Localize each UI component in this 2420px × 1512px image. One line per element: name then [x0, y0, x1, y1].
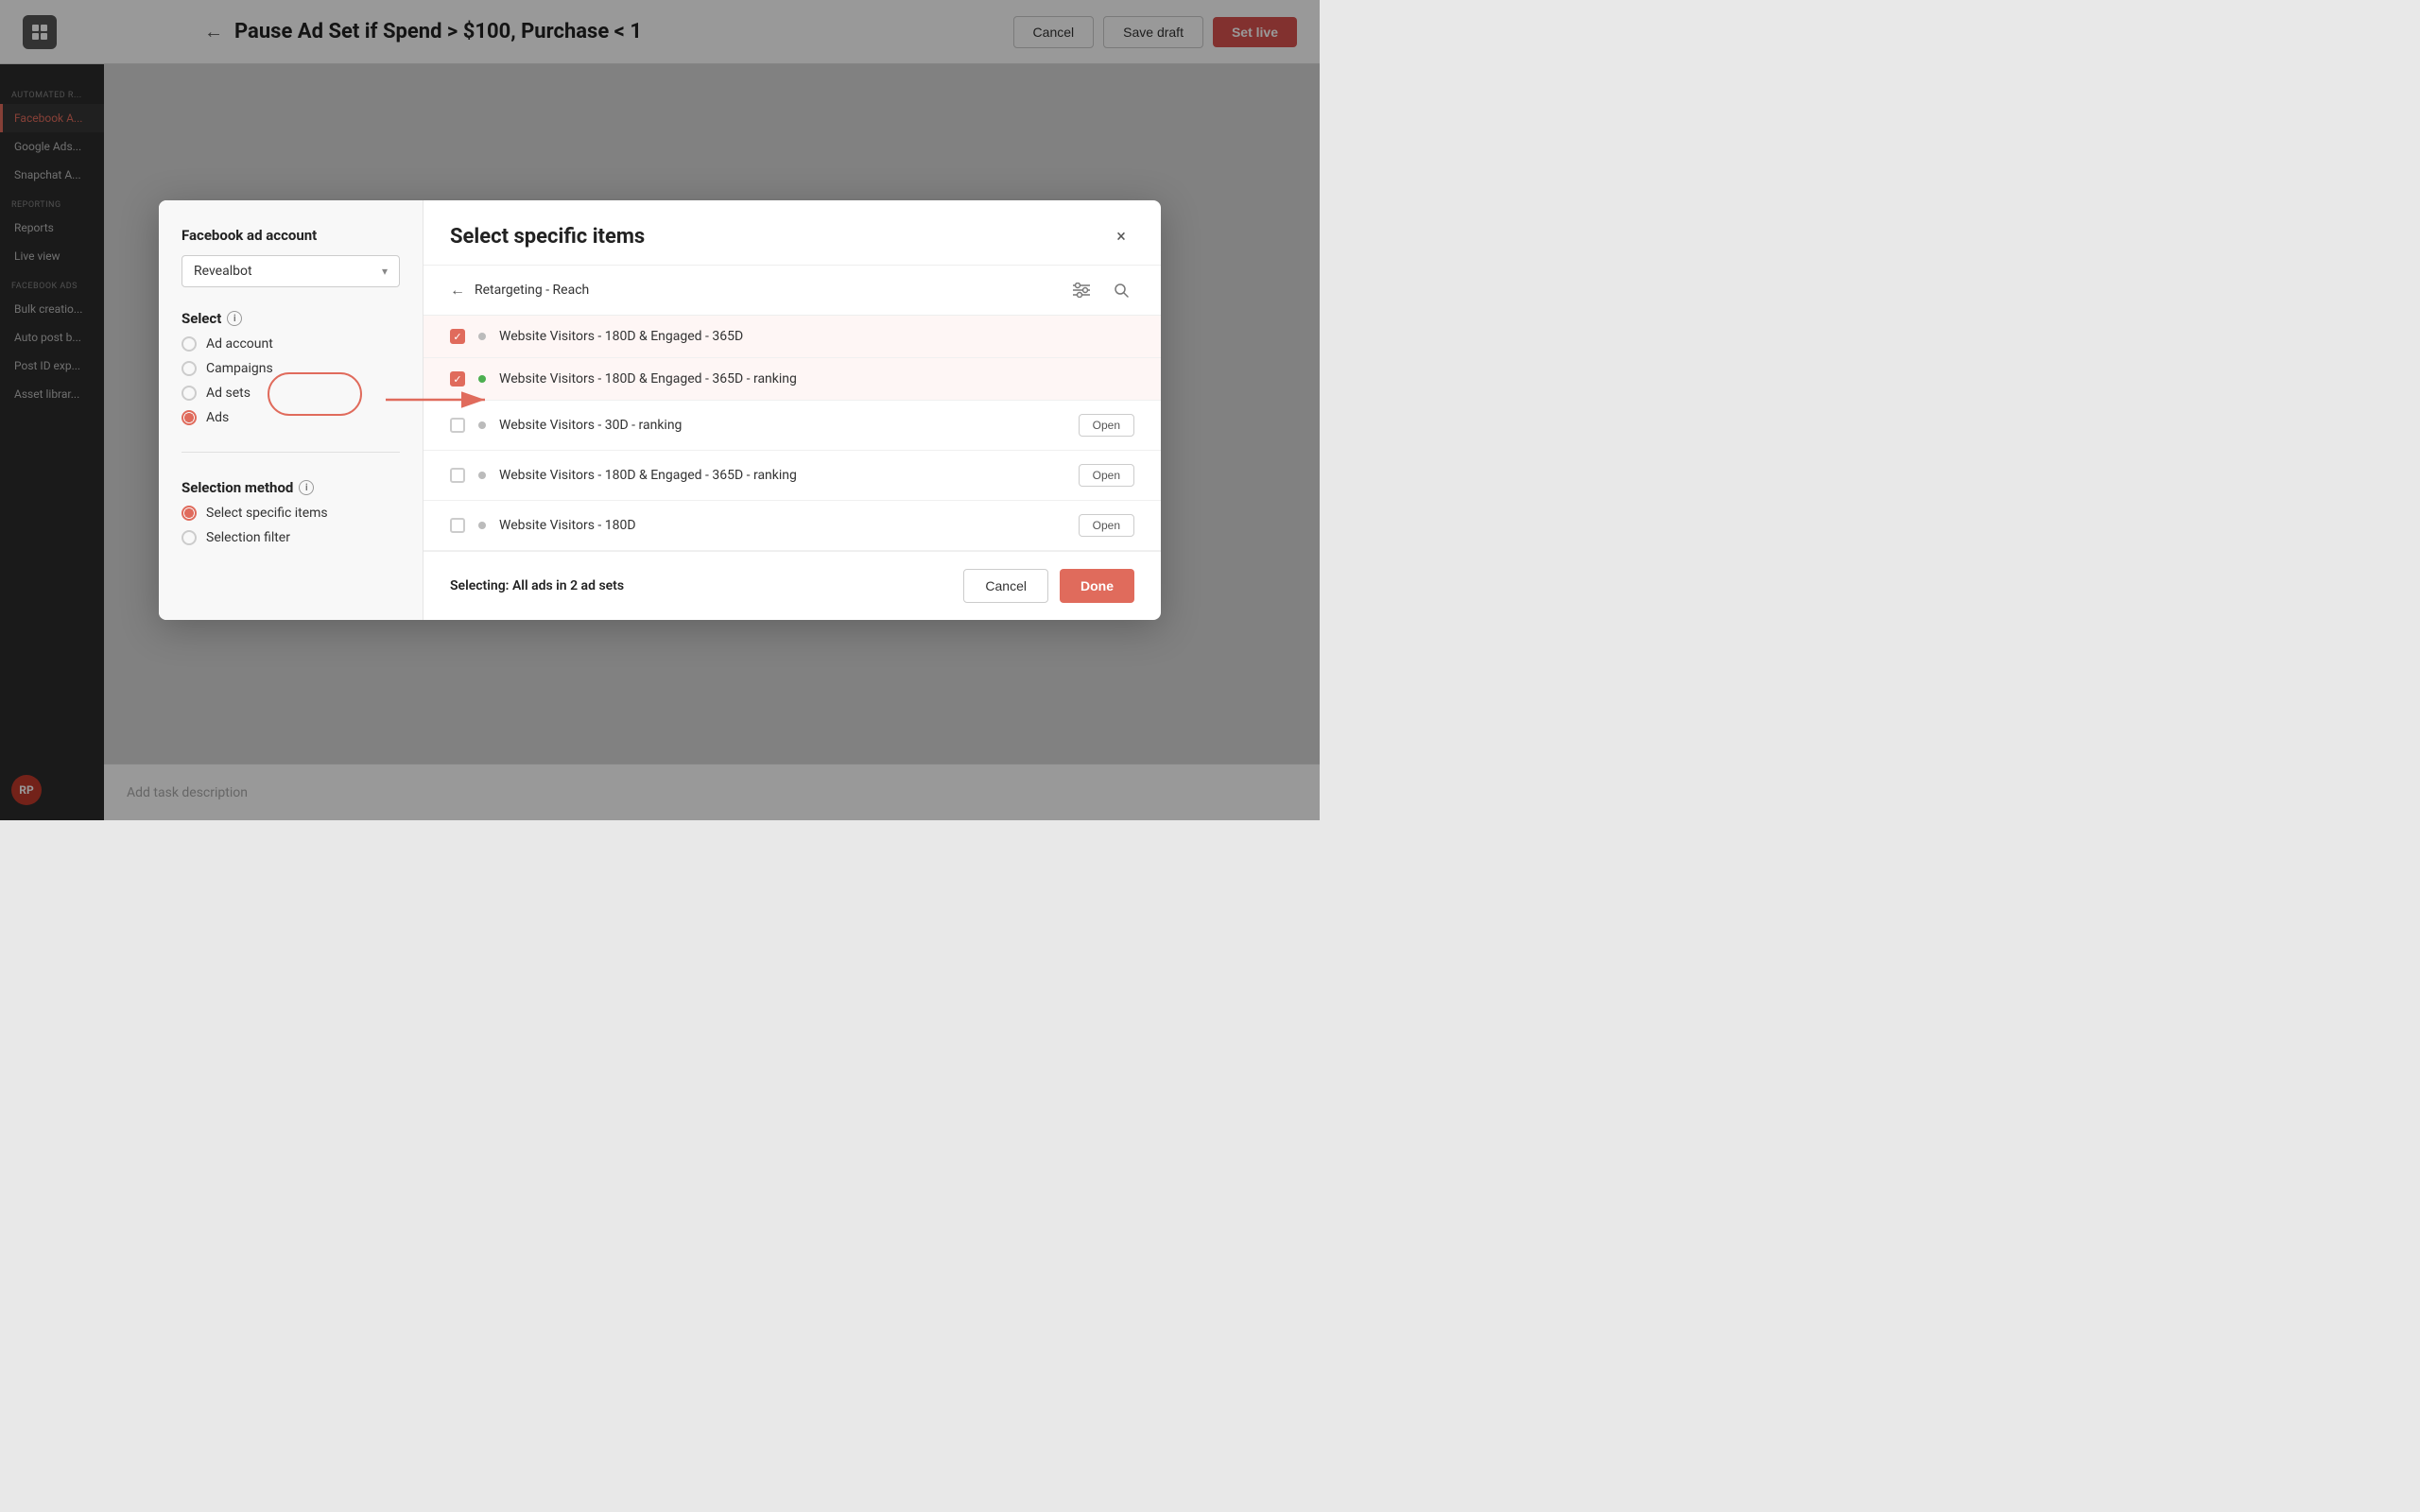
fb-account-title: Facebook ad account: [182, 227, 400, 244]
item-open-btn-5[interactable]: Open: [1079, 514, 1134, 537]
radio-campaigns-label: Campaigns: [206, 361, 273, 376]
modal-right-title: Select specific items: [450, 225, 645, 249]
close-button[interactable]: ×: [1108, 223, 1134, 249]
select-info-icon[interactable]: i: [227, 311, 242, 326]
modal-right-header: Select specific items ×: [424, 200, 1161, 266]
radio-item-ad-sets[interactable]: Ad sets: [182, 386, 400, 401]
item-name-2: Website Visitors - 180D & Engaged - 365D…: [499, 371, 1134, 387]
radio-ad-account[interactable]: [182, 336, 197, 352]
item-name-3: Website Visitors - 30D - ranking: [499, 418, 1065, 433]
radio-ad-sets-label: Ad sets: [206, 386, 251, 401]
list-item[interactable]: ✓ Website Visitors - 180D & Engaged - 36…: [424, 358, 1161, 401]
fb-account-value: Revealbot: [194, 264, 252, 279]
selection-method-label-row: Selection method i: [182, 479, 400, 496]
breadcrumb-left: ← Retargeting - Reach: [450, 281, 589, 300]
footer-cancel-button[interactable]: Cancel: [963, 569, 1048, 603]
item-name-1: Website Visitors - 180D & Engaged - 365D: [499, 329, 1134, 344]
selection-method-section: Selection method i Select specific items…: [182, 479, 400, 545]
item-dot-3: [478, 421, 486, 429]
item-name-4: Website Visitors - 180D & Engaged - 365D…: [499, 468, 1065, 483]
search-icon-btn[interactable]: [1108, 277, 1134, 303]
radio-select-specific[interactable]: [182, 506, 197, 521]
items-list: ✓ Website Visitors - 180D & Engaged - 36…: [424, 316, 1161, 551]
selection-method-radio-group: Select specific items Selection filter: [182, 506, 400, 545]
list-item[interactable]: Website Visitors - 180D & Engaged - 365D…: [424, 451, 1161, 501]
select-label-row: Select i: [182, 310, 400, 327]
select-section: Select i Ad account Campaigns: [182, 310, 400, 425]
radio-selection-filter-label: Selection filter: [206, 530, 290, 545]
radio-ad-sets[interactable]: [182, 386, 197, 401]
radio-item-select-specific[interactable]: Select specific items: [182, 506, 400, 521]
breadcrumb-back-btn[interactable]: ←: [450, 281, 465, 300]
radio-ad-account-label: Ad account: [206, 336, 273, 352]
radio-item-ads[interactable]: Ads: [182, 410, 400, 425]
fb-account-dropdown[interactable]: Revealbot ▾: [182, 255, 400, 287]
radio-item-campaigns[interactable]: Campaigns: [182, 361, 400, 376]
list-item[interactable]: Website Visitors - 180D Open: [424, 501, 1161, 551]
item-dot-5: [478, 522, 486, 529]
modal-right-panel: Select specific items × ← Retargeting - …: [424, 200, 1161, 620]
item-dot-2: [478, 375, 486, 383]
modal-footer: Selecting: All ads in 2 ad sets Cancel D…: [424, 551, 1161, 620]
footer-status: Selecting: All ads in 2 ad sets: [450, 578, 624, 593]
radio-ads-label: Ads: [206, 410, 229, 425]
breadcrumb-text: Retargeting - Reach: [475, 283, 589, 298]
list-item[interactable]: ✓ Website Visitors - 180D & Engaged - 36…: [424, 316, 1161, 358]
select-label-text: Select: [182, 310, 221, 327]
selection-method-label-text: Selection method: [182, 479, 293, 496]
radio-selection-filter[interactable]: [182, 530, 197, 545]
item-checkbox-2[interactable]: ✓: [450, 371, 465, 387]
modal-dialog: Facebook ad account Revealbot ▾ Select i: [159, 200, 1161, 620]
breadcrumb-row: ← Retargeting - Reach: [424, 266, 1161, 316]
item-checkbox-1[interactable]: ✓: [450, 329, 465, 344]
modal-left-panel: Facebook ad account Revealbot ▾ Select i: [159, 200, 424, 620]
item-open-btn-3[interactable]: Open: [1079, 414, 1134, 437]
radio-campaigns[interactable]: [182, 361, 197, 376]
item-checkbox-5[interactable]: [450, 518, 465, 533]
radio-ads[interactable]: [182, 410, 197, 425]
fb-account-section: Facebook ad account Revealbot ▾: [182, 227, 400, 287]
radio-item-ad-account[interactable]: Ad account: [182, 336, 400, 352]
footer-done-button[interactable]: Done: [1060, 569, 1134, 603]
select-radio-group: Ad account Campaigns Ad sets Ads: [182, 336, 400, 425]
selection-method-info-icon[interactable]: i: [299, 480, 314, 495]
radio-select-specific-label: Select specific items: [206, 506, 328, 521]
modal-overlay: Facebook ad account Revealbot ▾ Select i: [0, 0, 1320, 820]
item-name-5: Website Visitors - 180D: [499, 518, 1065, 533]
chevron-down-icon: ▾: [382, 265, 388, 278]
item-open-btn-4[interactable]: Open: [1079, 464, 1134, 487]
list-item[interactable]: Website Visitors - 30D - ranking Open: [424, 401, 1161, 451]
item-dot-4: [478, 472, 486, 479]
divider: [182, 452, 400, 453]
item-checkbox-4[interactable]: [450, 468, 465, 483]
radio-item-selection-filter[interactable]: Selection filter: [182, 530, 400, 545]
item-dot-1: [478, 333, 486, 340]
footer-actions: Cancel Done: [963, 569, 1134, 603]
breadcrumb-actions: [1068, 277, 1134, 303]
item-checkbox-3[interactable]: [450, 418, 465, 433]
filter-icon-btn[interactable]: [1068, 277, 1095, 303]
